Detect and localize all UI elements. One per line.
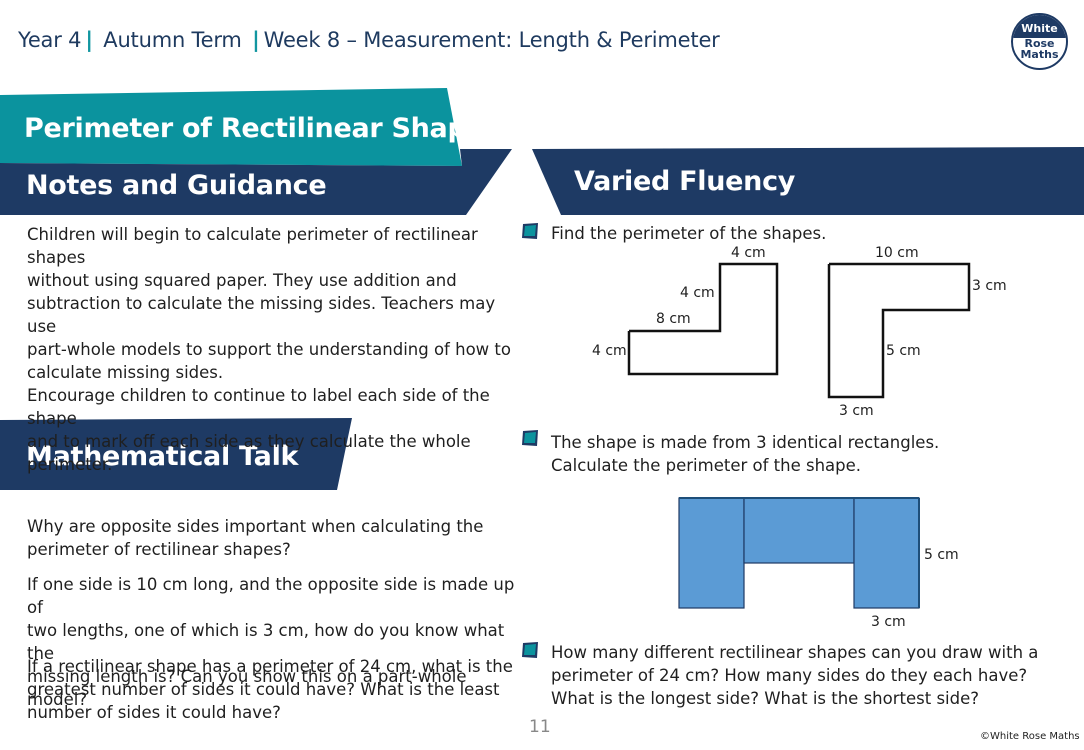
rectangle-middle [743, 497, 855, 564]
shape-b-right-label: 3 cm [972, 278, 1007, 294]
q1-shapes [627, 262, 971, 399]
q3-line: perimeter of 24 cm? How many sides do th… [551, 666, 1028, 685]
notes-line: subtraction to calculate the missing sid… [27, 294, 496, 336]
talk-line: If one side is 10 cm long, and the oppos… [27, 575, 515, 617]
q3-text: How many different rectilinear shapes ca… [551, 641, 1038, 710]
fluency-heading: Varied Fluency [574, 166, 796, 197]
lesson-title: Perimeter of Rectilinear Shapes [24, 113, 501, 144]
notes-line: perimeter. [27, 455, 113, 474]
q2-text: The shape is made from 3 identical recta… [551, 431, 939, 477]
shape-a-outline [627, 262, 779, 376]
q2-line: The shape is made from 3 identical recta… [551, 433, 940, 452]
copyright: ©White Rose Maths [980, 731, 1080, 742]
shape-a-inner-horizontal-label: 8 cm [656, 311, 691, 327]
shape-b-outline [827, 262, 971, 399]
talk-question-1: Why are opposite sides important when ca… [27, 515, 517, 561]
shape-a-top-label: 4 cm [731, 245, 766, 261]
notes-line: part-whole models to support the underst… [27, 340, 511, 359]
question-bullet-icon [522, 223, 538, 239]
rectangle-right [853, 497, 920, 609]
notes-line: without using squared paper. They use ad… [27, 271, 457, 290]
shape-b-bottom-label: 3 cm [839, 403, 874, 419]
shape-b-inner-vertical-label: 5 cm [886, 343, 921, 359]
q2-height-label: 5 cm [924, 547, 959, 563]
shape-a-left-label: 4 cm [592, 343, 627, 359]
notes-body: Children will begin to calculate perimet… [27, 223, 517, 476]
shape-a-outline [629, 264, 777, 374]
q3-line: What is the longest side? What is the sh… [551, 689, 980, 708]
shape-a-inner-vertical-label: 4 cm [680, 285, 715, 301]
notes-line: and to mark off each side as they calcul… [27, 432, 471, 451]
page-number: 11 [529, 717, 551, 737]
shape-b-top-label: 10 cm [875, 245, 919, 261]
talk-question-3: If a rectilinear shape has a perimeter o… [27, 655, 517, 724]
rectangle-left [678, 497, 745, 609]
notes-line: calculate missing sides. [27, 363, 224, 382]
question-bullet-icon [522, 430, 538, 446]
q2-line: Calculate the perimeter of the shape. [551, 456, 862, 475]
q2-width-label: 3 cm [871, 614, 906, 630]
notes-line: Encourage children to continue to label … [27, 386, 490, 428]
question-bullet-icon [522, 642, 538, 658]
talk-line: greatest number of sides it could have? … [27, 680, 500, 699]
talk-line: If a rectilinear shape has a perimeter o… [27, 657, 513, 676]
notes-line: Children will begin to calculate perimet… [27, 225, 478, 267]
talk-line: Why are opposite sides important when ca… [27, 517, 484, 536]
notes-heading: Notes and Guidance [26, 170, 327, 201]
talk-line: perimeter of rectilinear shapes? [27, 540, 291, 559]
talk-line: number of sides it could have? [27, 703, 281, 722]
q3-line: How many different rectilinear shapes ca… [551, 643, 1039, 662]
